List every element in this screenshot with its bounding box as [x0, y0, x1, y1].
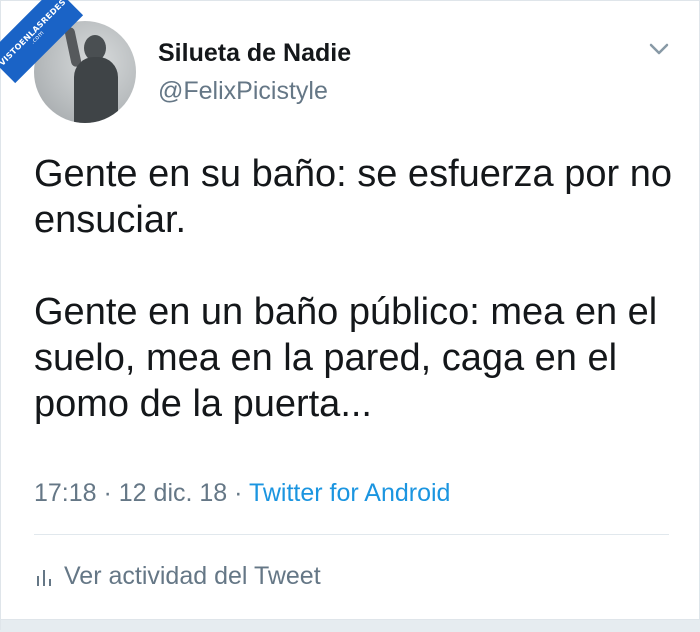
bar-chart-icon: [37, 569, 51, 586]
meta-separator: ·: [227, 479, 249, 507]
more-options-button[interactable]: [645, 37, 673, 61]
card-bottom-edge: [1, 619, 700, 632]
tweet-paragraph: Gente en un baño público: mea en el suel…: [34, 291, 658, 425]
tweet-card: VISTOENLASREDES .com Silueta de Nadie @F…: [0, 0, 700, 632]
tweet-text: Gente en su baño: se esfuerza por no ens…: [34, 151, 674, 427]
tweet-time[interactable]: 17:18: [34, 479, 97, 507]
view-tweet-activity-link[interactable]: Ver actividad del Tweet: [34, 562, 321, 591]
view-tweet-activity-label: Ver actividad del Tweet: [64, 562, 321, 590]
avatar-silhouette-body: [74, 57, 118, 123]
author-handle[interactable]: @FelixPicistyle: [158, 77, 328, 106]
tweet-source-link[interactable]: Twitter for Android: [249, 479, 450, 507]
tweet-date[interactable]: 12 dic. 18: [119, 479, 227, 507]
meta-separator: ·: [96, 479, 119, 507]
author-display-name[interactable]: Silueta de Nadie: [158, 39, 351, 68]
chevron-down-icon: [649, 43, 669, 55]
tweet-paragraph: Gente en su baño: se esfuerza por no ens…: [34, 153, 672, 241]
tweet-metadata: 17:18 · 12 dic. 18 · Twitter for Android: [34, 479, 450, 508]
divider: [34, 534, 669, 535]
